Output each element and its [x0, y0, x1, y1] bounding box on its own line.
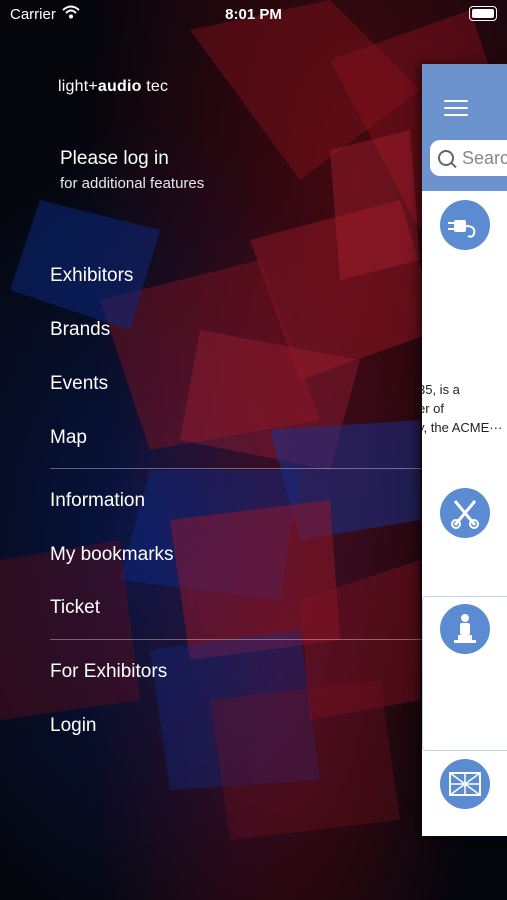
- clock: 8:01 PM: [225, 6, 282, 23]
- main-content-panel[interactable]: Search 35, is a er of y, the ACME···: [422, 64, 507, 836]
- search-bar: Search: [422, 131, 507, 191]
- battery-icon: [469, 6, 497, 21]
- plug-icon[interactable]: [440, 200, 490, 250]
- truss-icon[interactable]: [440, 759, 490, 809]
- menu-item-exhibitors[interactable]: Exhibitors: [50, 265, 133, 287]
- exhibitor-description-line: y, the ACME···: [422, 420, 503, 435]
- search-icon: [438, 150, 454, 166]
- menu-item-events[interactable]: Events: [50, 373, 108, 395]
- status-bar: Carrier 8:01 PM: [0, 0, 507, 30]
- menu-item-login[interactable]: Login: [50, 715, 97, 737]
- login-prompt-title[interactable]: Please log in: [60, 148, 169, 170]
- menu-item-for-exhibitors[interactable]: For Exhibitors: [50, 661, 167, 683]
- menu-item-information[interactable]: Information: [50, 490, 145, 512]
- menu-divider: [50, 468, 422, 469]
- hamburger-menu-icon[interactable]: [444, 100, 468, 116]
- tools-icon[interactable]: [440, 488, 490, 538]
- panel-header: [422, 64, 507, 131]
- search-input[interactable]: Search: [430, 140, 507, 176]
- exhibitor-description-line: er of: [422, 401, 445, 416]
- menu-divider: [50, 639, 422, 640]
- menu-item-ticket[interactable]: Ticket: [50, 597, 100, 619]
- app-logo: light+audio tec: [58, 78, 169, 95]
- login-prompt-subtitle: for additional features: [60, 175, 205, 192]
- statue-icon[interactable]: [440, 604, 490, 654]
- menu-item-map[interactable]: Map: [50, 427, 87, 449]
- menu-item-bookmarks[interactable]: My bookmarks: [50, 544, 174, 566]
- menu-item-brands[interactable]: Brands: [50, 319, 110, 341]
- exhibitor-description-line: 35, is a: [422, 382, 460, 397]
